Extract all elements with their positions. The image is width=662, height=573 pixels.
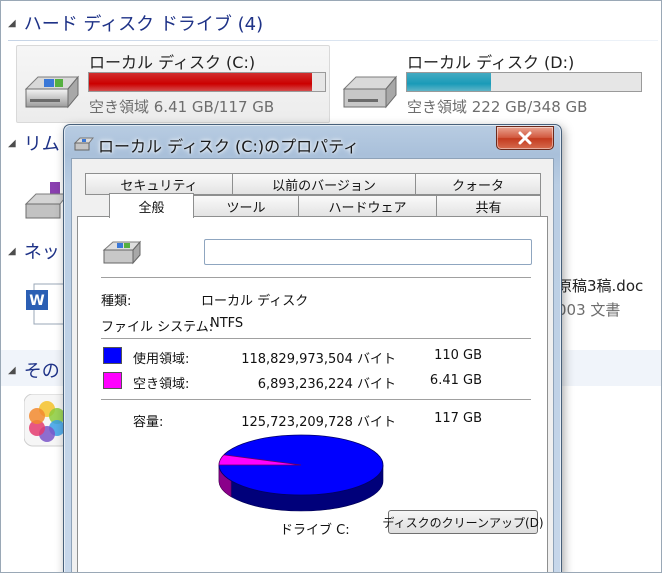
used-space-bytes: 118,829,973,504 バイト [241, 352, 396, 367]
drive-usage-bar-c [88, 72, 326, 92]
hard-drive-icon [342, 75, 398, 109]
drive-name-c: ローカル ディスク (C:) [89, 53, 256, 72]
word-document-icon: W [26, 283, 65, 325]
drive-name-d: ローカル ディスク (D:) [407, 53, 575, 72]
group-title: その [23, 361, 60, 382]
free-space-size: 6.41 GB [429, 373, 482, 388]
separator [101, 277, 531, 278]
removable-drive-icon [24, 182, 68, 219]
partial-file-type: 003 文書 [557, 301, 621, 319]
drive-title-icon [74, 137, 94, 151]
dialog-title: ローカル ディスク (C:)のプロパティ [98, 137, 360, 156]
capacity-bytes: 125,723,209,728 バイト [241, 415, 396, 430]
separator [101, 338, 531, 339]
separator [101, 399, 531, 400]
tab-general[interactable]: 全般 [109, 193, 194, 218]
general-tab-panel: 種類: ローカル ディスク ファイル システム: NTFS 使用領域: 118,… [77, 216, 548, 573]
group-title: ネッ [23, 242, 60, 263]
group-title: リム [23, 134, 60, 155]
volume-label-input[interactable] [204, 239, 532, 265]
tab-hardware[interactable]: ハードウェア [298, 195, 437, 217]
type-value: ローカル ディスク [201, 294, 309, 309]
dialog-client: セキュリティ 以前のバージョン クォータ ツール ハードウェア 共有 全般 種類… [71, 158, 554, 573]
type-label: 種類: [101, 294, 132, 309]
drive-large-icon [102, 240, 142, 265]
used-space-size: 110 GB [434, 348, 482, 363]
disk-usage-pie-chart [218, 434, 384, 512]
hard-drive-icon [24, 75, 80, 109]
used-space-color-swatch [103, 347, 122, 364]
tab-sharing[interactable]: 共有 [436, 195, 541, 217]
group-divider [8, 40, 658, 41]
collapse-triangle-icon[interactable]: ◢ [8, 246, 16, 257]
drive-free-space-d: 空き領域 222 GB/348 GB [407, 98, 588, 116]
free-space-bytes: 6,893,236,224 バイト [257, 377, 396, 392]
group-header-other[interactable]: ◢ その [8, 357, 60, 383]
properties-dialog: ローカル ディスク (C:)のプロパティ セキュリティ 以前のバージョン クォー… [63, 124, 562, 573]
collapse-triangle-icon[interactable]: ◢ [8, 18, 16, 29]
partial-file-name: 原稿3稿.doc [557, 277, 644, 295]
collapse-triangle-icon[interactable]: ◢ [8, 365, 16, 376]
filesystem-label: ファイル システム: [101, 320, 214, 335]
usage-fill [89, 73, 313, 91]
svg-text:W: W [29, 293, 44, 309]
used-space-label: 使用領域: [133, 352, 190, 367]
drive-letter-label: ドライブ C: [280, 523, 350, 538]
tab-previous-versions[interactable]: 以前のバージョン [232, 173, 416, 195]
collapse-triangle-icon[interactable]: ◢ [8, 138, 16, 149]
disk-cleanup-button[interactable]: ディスクのクリーンアップ(D) [382, 510, 544, 534]
group-header-removable[interactable]: ◢ リム [8, 130, 60, 156]
drive-free-space-c: 空き領域 6.41 GB/117 GB [89, 98, 275, 116]
close-button[interactable] [496, 126, 554, 150]
tab-security[interactable]: セキュリティ [85, 173, 233, 195]
group-title: ハード ディスク ドライブ (4) [23, 14, 264, 35]
free-space-color-swatch [103, 372, 122, 389]
drive-usage-bar-d [406, 72, 642, 92]
tab-quota[interactable]: クォータ [415, 173, 541, 195]
group-header-network[interactable]: ◢ ネッ [8, 238, 60, 264]
filesystem-value: NTFS [210, 316, 244, 331]
free-space-label: 空き領域: [133, 377, 190, 392]
group-header-hard-disks[interactable]: ◢ ハード ディスク ドライブ (4) [8, 10, 263, 36]
capacity-size: 117 GB [434, 411, 482, 426]
capacity-label: 容量: [133, 415, 164, 430]
tab-tools[interactable]: ツール [193, 195, 299, 217]
usage-fill [407, 73, 492, 91]
close-icon [518, 131, 532, 145]
